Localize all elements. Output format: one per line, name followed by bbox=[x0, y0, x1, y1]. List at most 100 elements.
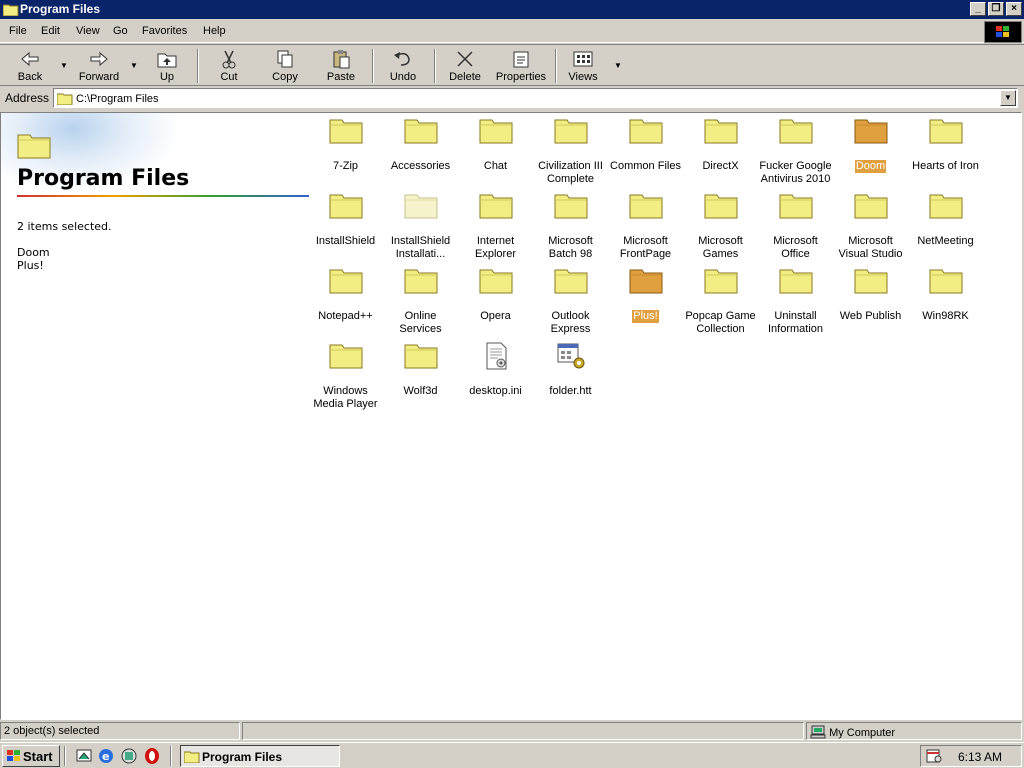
menu-file[interactable]: File bbox=[9, 25, 27, 37]
folder-item[interactable]: Online Services bbox=[383, 266, 458, 336]
title-bar[interactable]: Program Files _ ❐ × bbox=[0, 0, 1024, 19]
folder-item[interactable]: Microsoft Visual Studio bbox=[833, 191, 908, 261]
folder-item[interactable]: Wolf3d bbox=[383, 341, 458, 398]
folder-item[interactable]: Notepad++ bbox=[308, 266, 383, 323]
folder-icon bbox=[776, 266, 816, 296]
folder-item[interactable]: Microsoft Batch 98 bbox=[533, 191, 608, 261]
restore-button[interactable]: ❐ bbox=[988, 2, 1004, 16]
menu-bar: File Edit View Go Favorites Help bbox=[0, 21, 1024, 43]
folder-item[interactable]: InstallShield bbox=[308, 191, 383, 248]
folder-item[interactable]: Common Files bbox=[608, 116, 683, 173]
folder-icon bbox=[56, 92, 73, 108]
menu-help[interactable]: Help bbox=[203, 25, 226, 37]
folder-item[interactable]: DirectX bbox=[683, 116, 758, 173]
file-item[interactable]: folder.htt bbox=[533, 341, 608, 398]
channels-icon[interactable] bbox=[120, 747, 138, 765]
views-button[interactable]: Views bbox=[562, 47, 604, 85]
status-middle bbox=[242, 722, 804, 740]
views-dropdown-icon[interactable]: ▼ bbox=[614, 61, 622, 70]
task-label: Program Files bbox=[202, 750, 283, 764]
internet-explorer-icon[interactable]: e bbox=[97, 747, 115, 765]
paste-icon bbox=[318, 49, 364, 71]
folder-item[interactable]: Microsoft Office bbox=[758, 191, 833, 261]
item-label: Internet Explorer bbox=[475, 235, 516, 260]
web-view-pane: Program Files 2 items selected. Doom Plu… bbox=[1, 113, 311, 719]
folder-item[interactable]: Microsoft FrontPage bbox=[608, 191, 683, 261]
address-dropdown-icon[interactable]: ▼ bbox=[1000, 90, 1016, 106]
folder-icon bbox=[851, 266, 891, 296]
folder-icon bbox=[476, 191, 516, 221]
folder-item[interactable]: Win98RK bbox=[908, 266, 983, 323]
folder-item[interactable]: Civilization III Complete bbox=[533, 116, 608, 186]
folder-icon bbox=[551, 191, 591, 221]
menu-favorites[interactable]: Favorites bbox=[142, 25, 187, 37]
item-label: Common Files bbox=[610, 160, 681, 172]
menu-view[interactable]: View bbox=[76, 25, 100, 37]
minimize-button[interactable]: _ bbox=[970, 2, 986, 16]
menu-go[interactable]: Go bbox=[113, 25, 128, 37]
folder-item[interactable]: Web Publish bbox=[833, 266, 908, 323]
file-item[interactable]: desktop.ini bbox=[458, 341, 533, 398]
cut-button[interactable]: Cut bbox=[206, 47, 252, 85]
opera-icon[interactable] bbox=[143, 747, 161, 765]
paste-button[interactable]: Paste bbox=[318, 47, 364, 85]
folder-item[interactable]: Uninstall Information bbox=[758, 266, 833, 336]
forward-dropdown-icon[interactable]: ▼ bbox=[130, 61, 138, 70]
toolbar-separator bbox=[197, 49, 199, 83]
folder-icon bbox=[17, 131, 51, 162]
back-dropdown-icon[interactable]: ▼ bbox=[60, 61, 68, 70]
folder-icon bbox=[851, 191, 891, 221]
delete-x-icon bbox=[442, 49, 488, 71]
item-label: Hearts of Iron bbox=[912, 160, 979, 172]
clock[interactable]: 6:13 AM bbox=[958, 750, 1002, 764]
selection-info: 2 items selected. bbox=[17, 220, 112, 233]
copy-button[interactable]: Copy bbox=[262, 47, 308, 85]
menu-edit[interactable]: Edit bbox=[41, 25, 60, 37]
folder-item[interactable]: 7-Zip bbox=[308, 116, 383, 173]
settings-file-icon bbox=[476, 341, 516, 371]
folder-item[interactable]: Doom bbox=[833, 116, 908, 173]
back-button[interactable]: Back bbox=[6, 47, 54, 85]
folder-item[interactable]: Chat bbox=[458, 116, 533, 173]
item-label: Online Services bbox=[399, 310, 442, 335]
folder-icon bbox=[326, 191, 366, 221]
folder-item[interactable]: Accessories bbox=[383, 116, 458, 173]
folder-icon bbox=[851, 116, 891, 146]
folder-icon bbox=[326, 341, 366, 371]
toolbar: Back ▼ Forward ▼ Up Cut Copy Paste Undo … bbox=[0, 44, 1024, 86]
system-tray: 6:13 AM bbox=[920, 745, 1022, 767]
properties-button[interactable]: Properties bbox=[494, 47, 548, 85]
views-label: Views bbox=[568, 71, 598, 83]
address-input[interactable]: C:\Program Files ▼ bbox=[53, 88, 1018, 108]
folder-item[interactable]: Windows Media Player bbox=[308, 341, 383, 411]
item-label: Wolf3d bbox=[403, 385, 438, 397]
item-label: Microsoft Office bbox=[773, 235, 818, 260]
folder-item[interactable]: Opera bbox=[458, 266, 533, 323]
delete-label: Delete bbox=[449, 71, 481, 83]
folder-item[interactable]: Outlook Express bbox=[533, 266, 608, 336]
forward-button[interactable]: Forward bbox=[72, 47, 126, 85]
folder-item[interactable]: Plus! bbox=[608, 266, 683, 323]
show-desktop-icon[interactable] bbox=[75, 747, 93, 765]
folder-item[interactable]: Microsoft Games bbox=[683, 191, 758, 261]
folder-item[interactable]: Fucker Google Antivirus 2010 bbox=[758, 116, 833, 186]
windows-flag-icon bbox=[7, 750, 20, 761]
up-button[interactable]: Up bbox=[144, 47, 190, 85]
folder-item[interactable]: Popcap Game Collection bbox=[683, 266, 758, 336]
folder-icon bbox=[926, 191, 966, 221]
item-label: Microsoft Batch 98 bbox=[548, 235, 593, 260]
folder-item[interactable]: Hearts of Iron bbox=[908, 116, 983, 173]
delete-button[interactable]: Delete bbox=[442, 47, 488, 85]
start-button[interactable]: Start bbox=[2, 745, 60, 767]
folder-item[interactable]: Internet Explorer bbox=[458, 191, 533, 261]
undo-button[interactable]: Undo bbox=[380, 47, 426, 85]
taskbar-item-program-files[interactable]: Program Files bbox=[180, 745, 340, 767]
item-label: NetMeeting bbox=[917, 235, 974, 247]
folder-item[interactable]: NetMeeting bbox=[908, 191, 983, 248]
status-bar: 2 object(s) selected My Computer bbox=[0, 721, 1024, 741]
folder-item[interactable]: InstallShield Installati... bbox=[383, 191, 458, 261]
selected-item: Doom bbox=[17, 246, 50, 259]
scheduler-icon[interactable] bbox=[925, 748, 943, 764]
close-button[interactable]: × bbox=[1006, 2, 1022, 16]
toolbar-separator bbox=[555, 49, 557, 83]
